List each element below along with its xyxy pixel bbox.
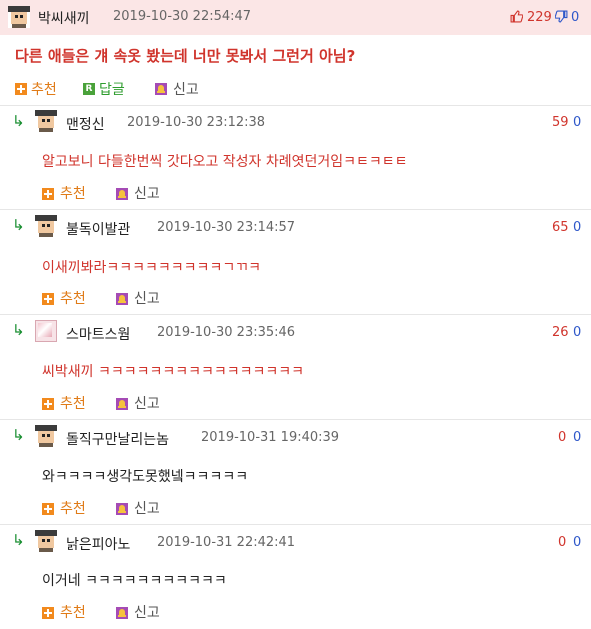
report-icon xyxy=(116,398,128,410)
post-upvotes: 229 xyxy=(527,10,552,25)
comment-downvotes: 0 xyxy=(573,535,582,550)
report-button[interactable]: 신고 xyxy=(134,183,160,203)
recommend-button[interactable]: 추천 xyxy=(60,498,86,518)
comment-downvotes: 0 xyxy=(573,115,582,130)
divider xyxy=(0,314,591,315)
comment-upvotes: 26 xyxy=(552,325,569,340)
comment-text: 알고보니 다들한번씩 갓다오고 작성자 차례엿던거임ㅋㅌㅋㅌㅌ xyxy=(42,154,408,170)
avatar[interactable] xyxy=(35,425,57,447)
thumbs-up-icon[interactable] xyxy=(510,10,523,23)
comment-downvotes: 0 xyxy=(573,220,582,235)
comment-text: 와ㅋㅋㅋㅋ생각도못했넼ㅋㅋㅋㅋㅋ xyxy=(42,469,249,485)
report-icon xyxy=(116,293,128,305)
comment-date: 2019-10-30 23:14:57 xyxy=(157,220,296,235)
comment-author[interactable]: 불독이발관 xyxy=(66,219,130,239)
avatar[interactable] xyxy=(35,215,57,237)
recommend-button[interactable]: 추천 xyxy=(60,183,86,203)
reply-button[interactable]: 답글 xyxy=(99,79,125,99)
comment-upvotes: 65 xyxy=(552,220,569,235)
report-icon xyxy=(155,83,167,95)
comment-author[interactable]: 맨정신 xyxy=(66,114,105,134)
comment-downvotes: 0 xyxy=(573,325,582,340)
divider xyxy=(0,524,591,525)
recommend-button[interactable]: 추천 xyxy=(31,79,57,99)
comment-upvotes: 59 xyxy=(552,115,569,130)
divider xyxy=(0,419,591,420)
reply-arrow-icon: ↳ xyxy=(12,426,25,444)
post-downvotes: 0 xyxy=(571,10,580,25)
report-icon xyxy=(116,188,128,200)
report-button[interactable]: 신고 xyxy=(134,288,160,308)
report-button[interactable]: 신고 xyxy=(173,79,199,99)
post-title: 다른 애들은 걔 속옷 봤는데 너만 못봐서 그런거 아님? xyxy=(15,47,356,65)
reply-arrow-icon: ↳ xyxy=(12,216,25,234)
comment-author[interactable]: 낡은피아노 xyxy=(66,534,130,554)
avatar[interactable] xyxy=(35,530,57,552)
recommend-icon xyxy=(42,188,54,200)
comment-text: 이거네 ㅋㅋㅋㅋㅋㅋㅋㅋㅋㅋㅋ xyxy=(42,573,227,589)
comment-date: 2019-10-30 23:12:38 xyxy=(127,115,266,130)
recommend-button[interactable]: 추천 xyxy=(60,393,86,413)
report-button[interactable]: 신고 xyxy=(134,498,160,518)
reply-arrow-icon: ↳ xyxy=(12,531,25,549)
comment-text: 씨박새끼 ㅋㅋㅋㅋㅋㅋㅋㅋㅋㅋㅋㅋㅋㅋㅋㅋ xyxy=(42,364,305,380)
recommend-icon xyxy=(42,293,54,305)
report-icon xyxy=(116,503,128,515)
divider xyxy=(0,105,591,106)
comment-date: 2019-10-31 22:42:41 xyxy=(157,535,296,550)
report-icon xyxy=(116,607,128,619)
thumbs-down-icon[interactable] xyxy=(555,10,568,23)
post-date: 2019-10-30 22:54:47 xyxy=(113,9,252,24)
comment-upvotes: 0 xyxy=(558,535,567,550)
post-author[interactable]: 박씨새끼 xyxy=(38,8,90,28)
comment-date: 2019-10-31 19:40:39 xyxy=(201,430,340,445)
avatar[interactable] xyxy=(35,110,57,132)
recommend-icon xyxy=(42,398,54,410)
recommend-icon xyxy=(42,503,54,515)
report-button[interactable]: 신고 xyxy=(134,602,160,622)
recommend-button[interactable]: 추천 xyxy=(60,288,86,308)
avatar[interactable] xyxy=(8,6,30,28)
comment-author[interactable]: 스마트스웜 xyxy=(66,324,130,344)
comment-downvotes: 0 xyxy=(573,430,582,445)
reply-arrow-icon: ↳ xyxy=(12,112,25,130)
report-button[interactable]: 신고 xyxy=(134,393,160,413)
comment-author[interactable]: 돌직구만날리는놈 xyxy=(66,429,169,449)
comment-upvotes: 0 xyxy=(558,430,567,445)
reply-arrow-icon: ↳ xyxy=(12,321,25,339)
divider xyxy=(0,209,591,210)
comment-date: 2019-10-30 23:35:46 xyxy=(157,325,296,340)
recommend-icon xyxy=(15,83,27,95)
reply-icon: R xyxy=(83,83,95,95)
recommend-button[interactable]: 추천 xyxy=(60,602,86,622)
recommend-icon xyxy=(42,607,54,619)
comment-text: 이새끼봐라ㅋㅋㅋㅋㅋㅋㅋㅋㅋㄱㄲㅋ xyxy=(42,260,261,276)
avatar[interactable] xyxy=(35,320,57,342)
